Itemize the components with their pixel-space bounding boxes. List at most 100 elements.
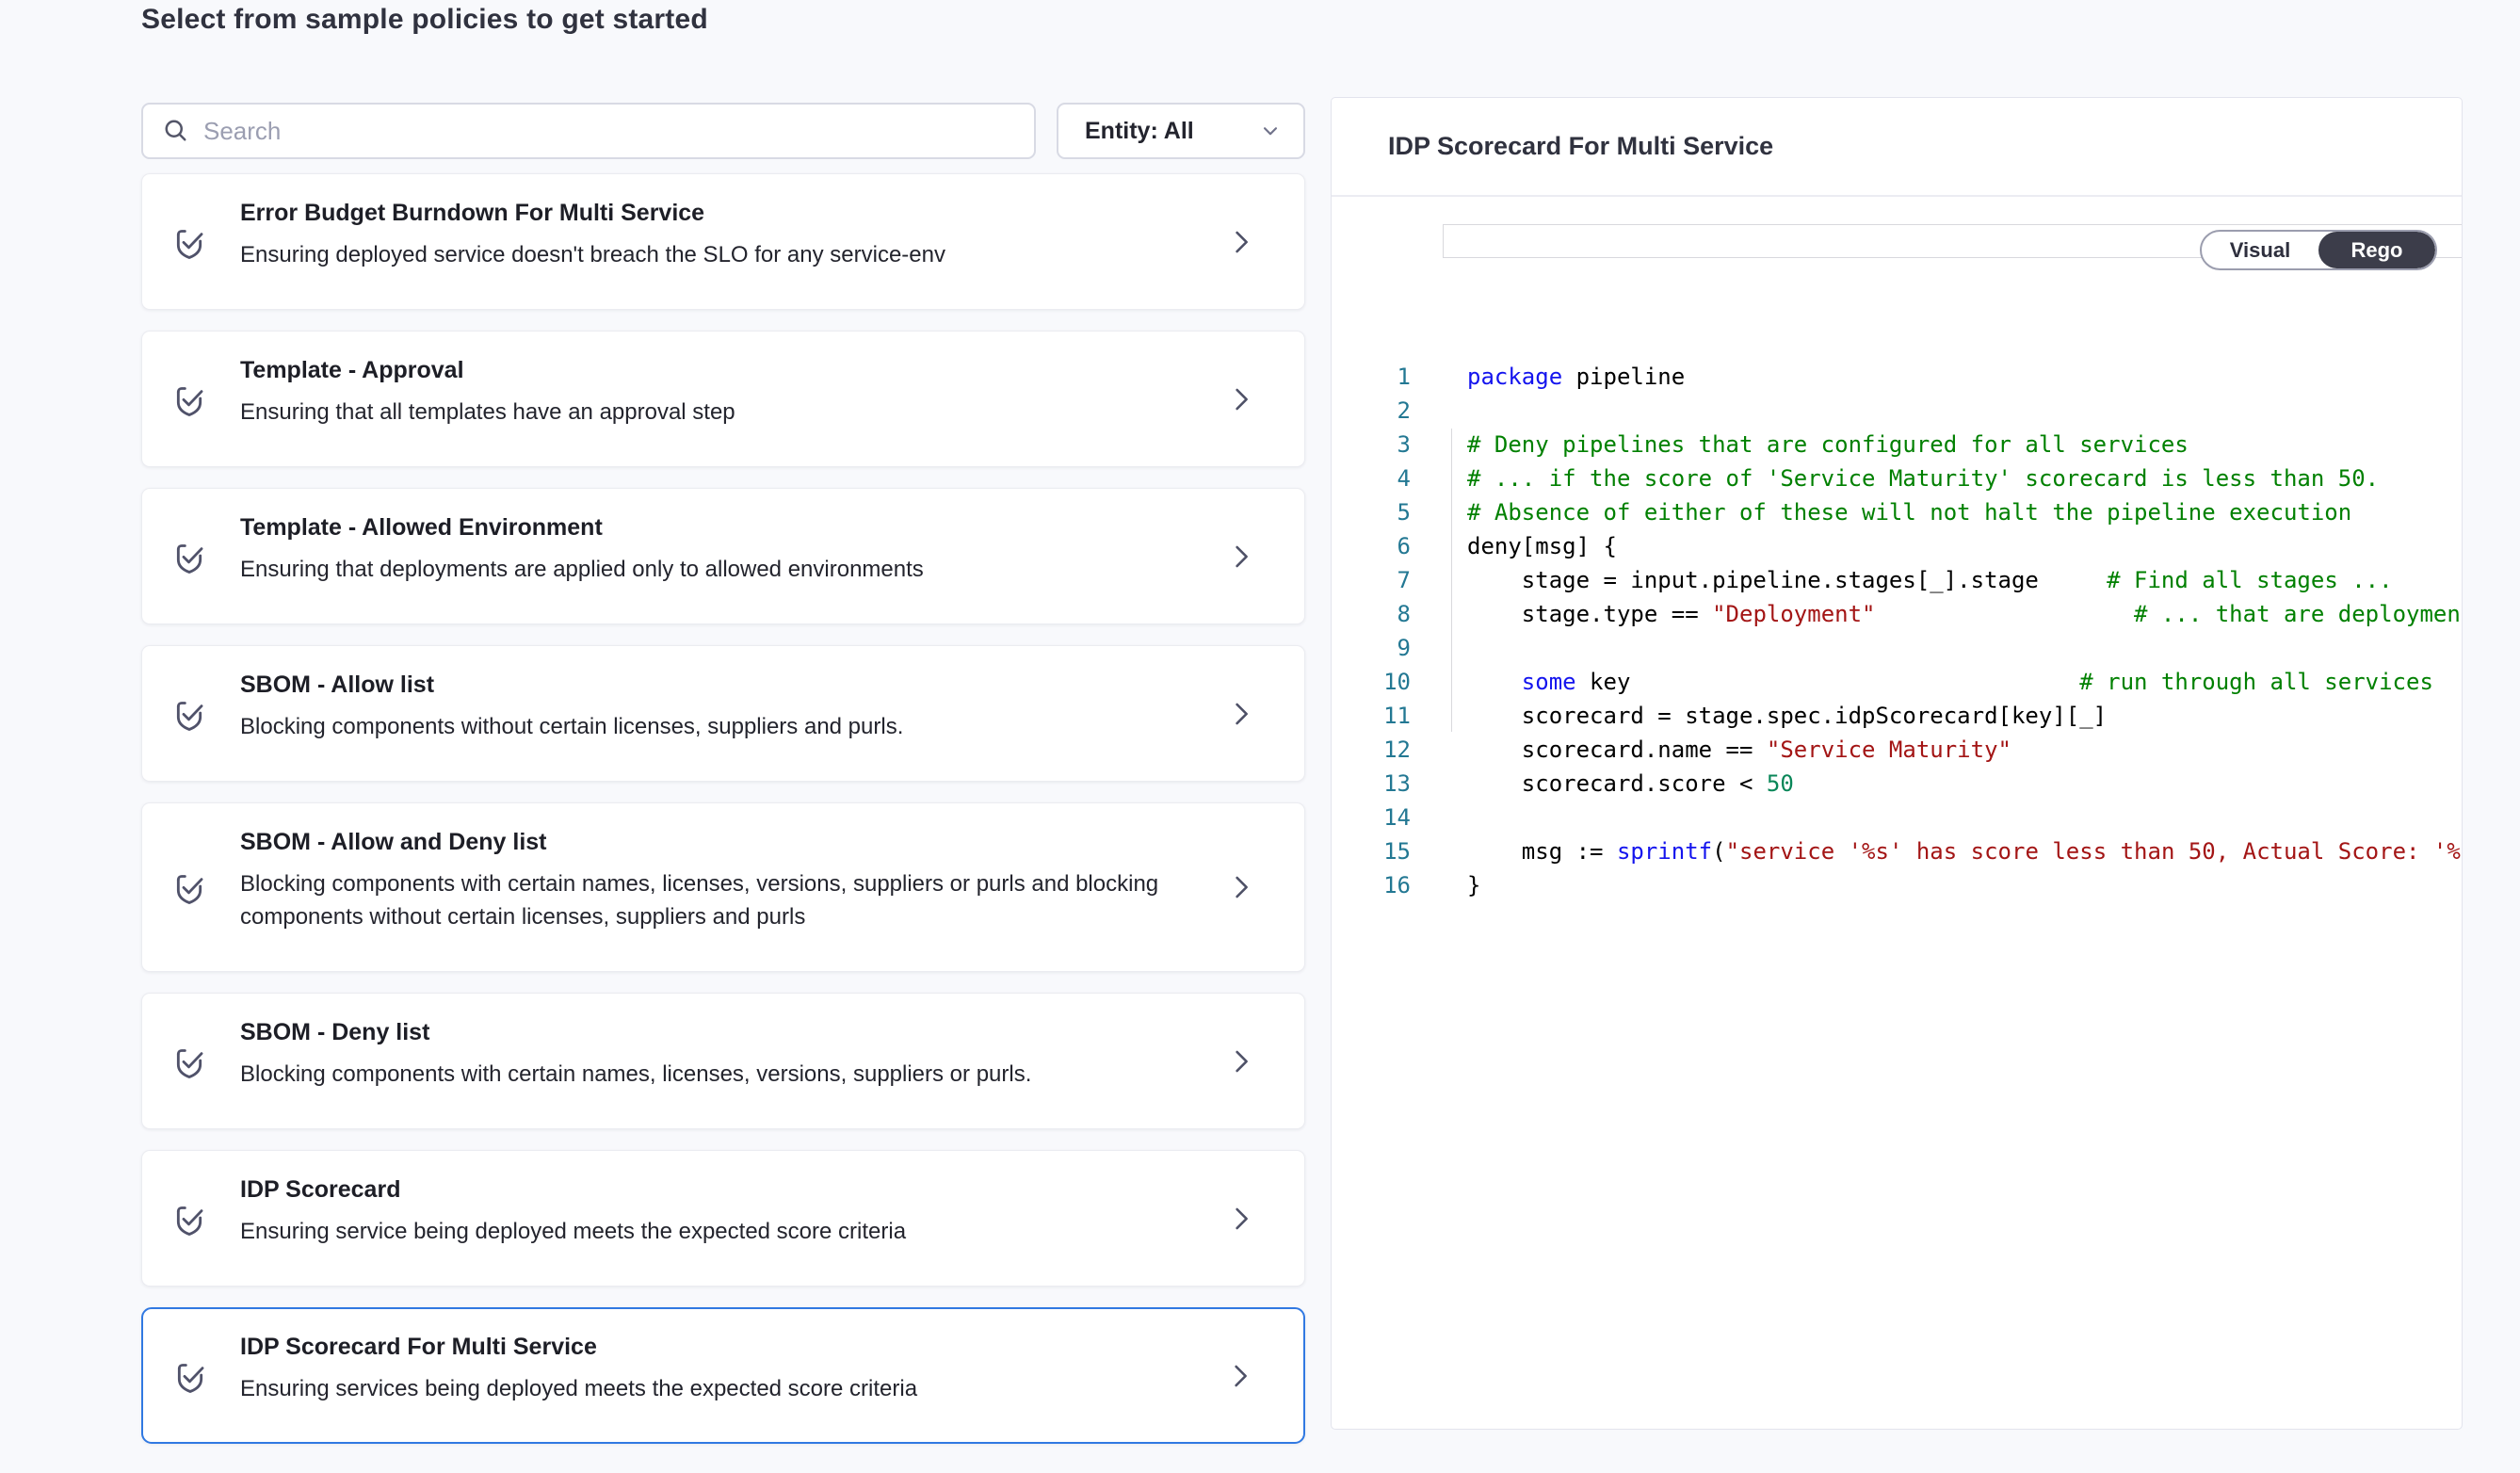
shield-check-icon	[170, 1041, 208, 1082]
policy-description: Blocking components with certain names, …	[240, 1058, 1191, 1091]
code-line-content: package pipeline	[1411, 360, 2462, 394]
policy-list-item[interactable]: SBOM - Allow list Blocking components wi…	[141, 645, 1305, 782]
policy-list-item[interactable]: Error Budget Burndown For Multi Service …	[141, 173, 1305, 310]
code-line-content: some key # run through all services	[1411, 665, 2462, 699]
policy-list-item[interactable]: IDP Scorecard Ensuring service being dep…	[141, 1150, 1305, 1287]
code-line: 4# ... if the score of 'Service Maturity…	[1332, 461, 2462, 495]
line-number: 9	[1332, 631, 1411, 665]
policy-description: Blocking components with certain names, …	[240, 867, 1191, 933]
sample-policies-page: Select from sample policies to get start…	[0, 0, 2520, 1473]
chevron-right-icon	[1227, 382, 1255, 416]
code-line: 14	[1332, 801, 2462, 834]
line-number: 3	[1332, 428, 1411, 461]
shield-check-icon	[170, 379, 208, 420]
policy-description: Ensuring services being deployed meets t…	[240, 1372, 1191, 1405]
entity-filter-dropdown[interactable]: Entity: All	[1057, 103, 1305, 159]
code-line-content: }	[1411, 868, 2462, 902]
line-number: 7	[1332, 563, 1411, 597]
policy-description: Ensuring that deployments are applied on…	[240, 553, 1191, 586]
shield-check-icon	[170, 536, 208, 577]
policy-list-item[interactable]: Template - Approval Ensuring that all te…	[141, 331, 1305, 467]
policy-title: Template - Allowed Environment	[240, 513, 1220, 542]
code-line: 15 msg := sprintf("service '%s' has scor…	[1332, 834, 2462, 868]
shield-check-icon	[171, 1355, 209, 1397]
code-line-content: msg := sprintf("service '%s' has score l…	[1411, 834, 2462, 868]
policy-description: Ensuring service being deployed meets th…	[240, 1215, 1191, 1248]
policy-list: Error Budget Burndown For Multi Service …	[141, 173, 1305, 1444]
policy-title: IDP Scorecard	[240, 1175, 1220, 1204]
shield-check-icon	[170, 866, 208, 908]
code-line-content: stage = input.pipeline.stages[_].stage #…	[1411, 563, 2462, 597]
chevron-right-icon	[1227, 540, 1255, 574]
shield-check-icon	[170, 693, 208, 735]
code-line-content	[1411, 631, 2462, 665]
code-line: 1package pipeline	[1332, 360, 2462, 394]
line-number: 6	[1332, 529, 1411, 563]
code-line-content: # Absence of either of these will not ha…	[1411, 495, 2462, 529]
entity-filter-label: Entity: All	[1085, 118, 1194, 145]
policy-detail-panel: IDP Scorecard For Multi Service Visual R…	[1331, 97, 2463, 1430]
code-line: 3# Deny pipelines that are configured fo…	[1332, 428, 2462, 461]
code-line-content: stage.type == "Deployment" # ... that ar…	[1411, 597, 2462, 631]
code-line: 10 some key # run through all services	[1332, 665, 2462, 699]
page-title: Select from sample policies to get start…	[141, 0, 2520, 36]
search-icon	[162, 117, 190, 145]
line-number: 8	[1332, 597, 1411, 631]
line-number: 15	[1332, 834, 1411, 868]
code-line-content: deny[msg] {	[1411, 529, 2462, 563]
policy-list-item[interactable]: SBOM - Deny list Blocking components wit…	[141, 993, 1305, 1129]
visual-rego-toggle: Visual Rego	[2200, 230, 2437, 270]
code-line-content	[1411, 394, 2462, 428]
rego-toggle-button[interactable]: Rego	[2318, 232, 2435, 268]
code-line: 6deny[msg] {	[1332, 529, 2462, 563]
rego-code-editor[interactable]: 1package pipeline23# Deny pipelines that…	[1332, 224, 2462, 902]
visual-toggle-button[interactable]: Visual	[2202, 232, 2318, 268]
chevron-right-icon	[1227, 225, 1255, 259]
chevron-down-icon	[1258, 119, 1283, 143]
policy-title: SBOM - Allow and Deny list	[240, 828, 1220, 856]
code-line: 9	[1332, 631, 2462, 665]
policy-title: SBOM - Allow list	[240, 671, 1220, 699]
policy-description: Ensuring that all templates have an appr…	[240, 396, 1191, 429]
search-box	[141, 103, 1036, 159]
shield-check-icon	[170, 1198, 208, 1239]
line-number: 14	[1332, 801, 1411, 834]
policy-list-item[interactable]: SBOM - Allow and Deny list Blocking comp…	[141, 802, 1305, 972]
code-line: 16}	[1332, 868, 2462, 902]
code-line-content: # Deny pipelines that are configured for…	[1411, 428, 2462, 461]
code-line-content: scorecard = stage.spec.idpScorecard[key]…	[1411, 699, 2462, 733]
policy-list-item[interactable]: Template - Allowed Environment Ensuring …	[141, 488, 1305, 624]
policy-title: SBOM - Deny list	[240, 1018, 1220, 1046]
line-number: 10	[1332, 665, 1411, 699]
policy-description: Ensuring deployed service doesn't breach…	[240, 238, 1191, 271]
search-input[interactable]	[203, 117, 1015, 146]
code-line: 11 scorecard = stage.spec.idpScorecard[k…	[1332, 699, 2462, 733]
toolbar: Entity: All	[141, 103, 1305, 159]
policy-title: Template - Approval	[240, 356, 1220, 384]
policy-title: Error Budget Burndown For Multi Service	[240, 199, 1220, 227]
policy-list-column: Entity: All Error Budget Burndown For Mu…	[141, 100, 1305, 1444]
code-line: 2	[1332, 394, 2462, 428]
line-number: 16	[1332, 868, 1411, 902]
code-line: 12 scorecard.name == "Service Maturity"	[1332, 733, 2462, 767]
policy-title: IDP Scorecard For Multi Service	[240, 1333, 1220, 1361]
line-number: 12	[1332, 733, 1411, 767]
policy-description: Blocking components without certain lice…	[240, 710, 1191, 743]
code-line-content: scorecard.name == "Service Maturity"	[1411, 733, 2462, 767]
line-number: 11	[1332, 699, 1411, 733]
line-number: 5	[1332, 495, 1411, 529]
policy-list-item[interactable]: IDP Scorecard For Multi Service Ensuring…	[141, 1307, 1305, 1444]
chevron-right-icon	[1227, 1202, 1255, 1236]
chevron-right-icon	[1227, 697, 1255, 731]
line-number: 4	[1332, 461, 1411, 495]
code-line-content	[1411, 801, 2462, 834]
line-number: 2	[1332, 394, 1411, 428]
line-number: 13	[1332, 767, 1411, 801]
code-line-content: scorecard.score < 50	[1411, 767, 2462, 801]
chevron-right-icon	[1227, 870, 1255, 904]
line-number: 1	[1332, 360, 1411, 394]
content: Entity: All Error Budget Burndown For Mu…	[141, 100, 2520, 1444]
detail-title: IDP Scorecard For Multi Service	[1332, 98, 2462, 197]
code-line-content: # ... if the score of 'Service Maturity'…	[1411, 461, 2462, 495]
chevron-right-icon	[1226, 1359, 1254, 1393]
